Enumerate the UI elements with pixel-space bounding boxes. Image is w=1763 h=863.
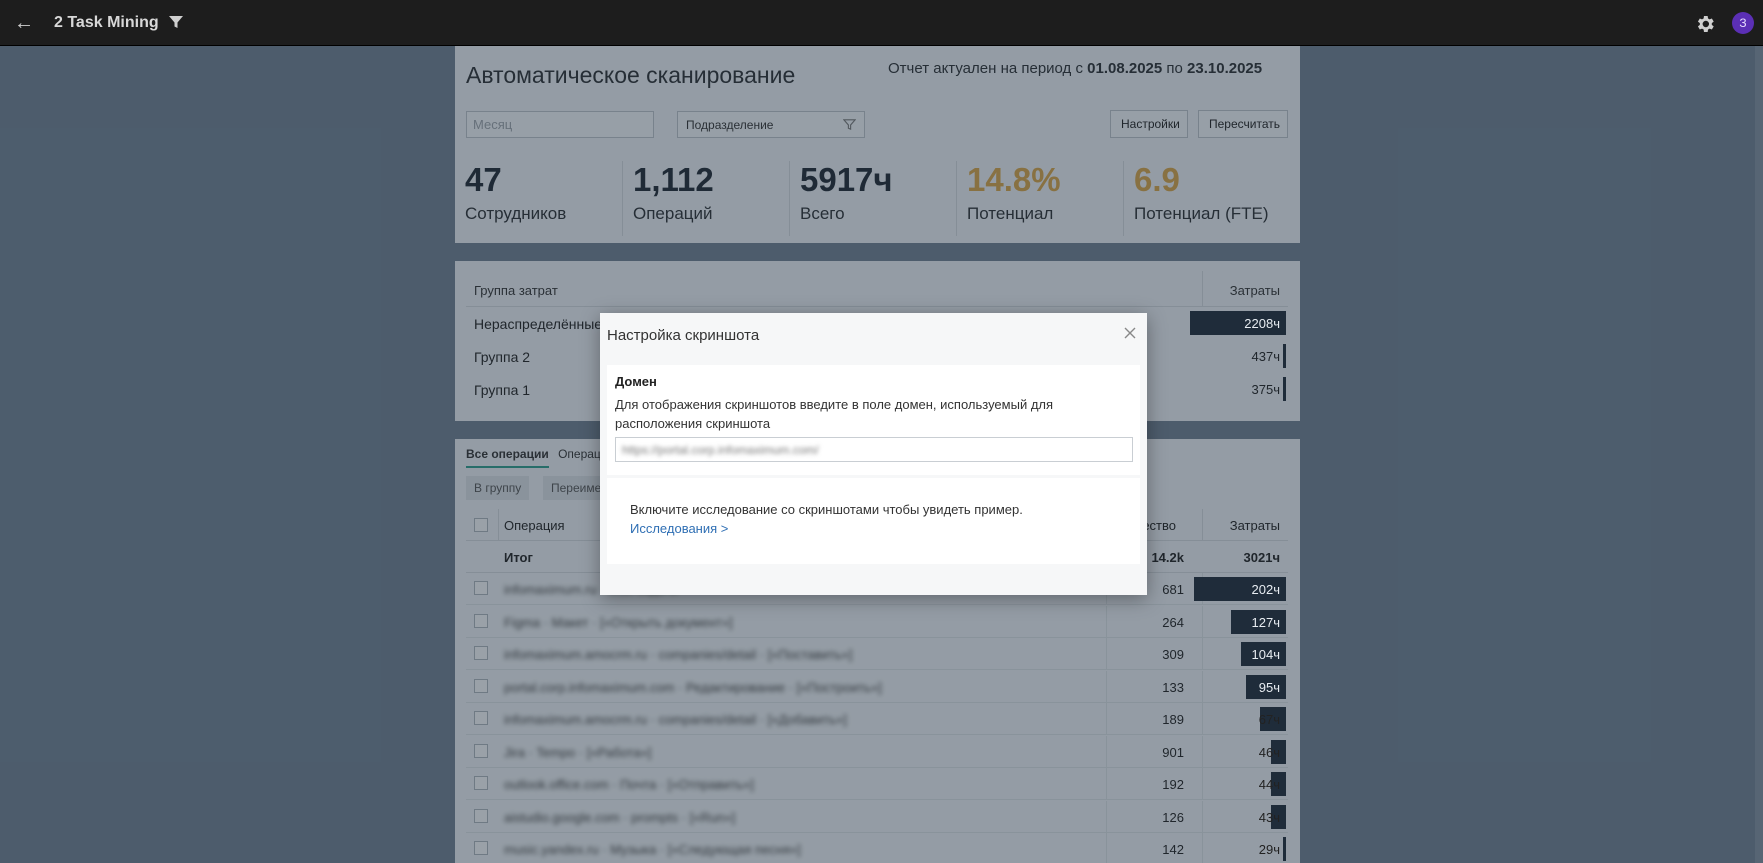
domain-label: Домен <box>615 374 657 389</box>
gear-icon[interactable] <box>1694 13 1716 35</box>
operation-cost: 104ч <box>1251 647 1280 662</box>
operation-cost: 127ч <box>1251 614 1280 630</box>
operation-cost: 46ч <box>1258 744 1280 760</box>
avatar[interactable]: З <box>1732 12 1754 34</box>
operation-cost: 29ч <box>1258 842 1280 857</box>
scrollbar[interactable] <box>1755 46 1763 863</box>
operation-cost: 95ч <box>1258 679 1280 695</box>
operation-cost: 67ч <box>1258 712 1280 727</box>
operation-cost: 43ч <box>1258 809 1280 825</box>
example-section: Включите исследование со скриншотами что… <box>607 478 1140 564</box>
screenshot-settings-dialog: Настройка скриншота Домен Для отображени… <box>600 313 1147 595</box>
domain-value: https://portal.corp.infomaximum.com/ <box>622 443 819 457</box>
close-icon[interactable] <box>1122 325 1138 341</box>
app-title: 2 Task Mining <box>54 14 159 31</box>
operation-cost: 202ч <box>1251 582 1280 597</box>
domain-section: Домен Для отображения скриншотов введите… <box>607 365 1140 475</box>
operation-cost: 44ч <box>1258 777 1280 792</box>
domain-help-text: Для отображения скриншотов введите в пол… <box>615 397 1054 431</box>
dialog-title: Настройка скриншота <box>607 327 760 344</box>
example-info-text: Включите исследование со скриншотами что… <box>630 502 1023 517</box>
arrow-left-icon[interactable]: ← <box>12 11 36 35</box>
research-link[interactable]: Исследования > <box>630 521 728 536</box>
funnel-icon[interactable] <box>167 13 185 31</box>
domain-input[interactable]: https://portal.corp.infomaximum.com/ <box>615 437 1133 462</box>
cost-value: 2208ч <box>1244 316 1280 331</box>
top-app-bar: ← 2 Task Mining З <box>0 0 1763 46</box>
